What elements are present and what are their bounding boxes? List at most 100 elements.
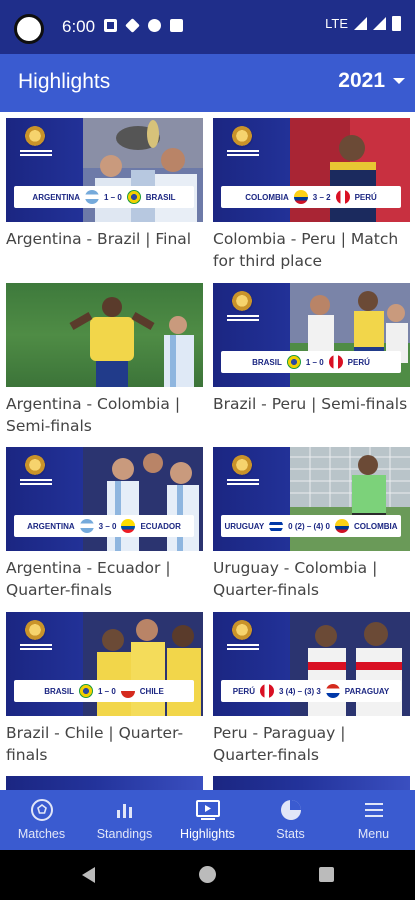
card-caption: Brazil - Peru | Semi-finals: [213, 395, 408, 413]
video-thumbnail: COLOMBIA 3 – 2 PERÚ: [213, 118, 410, 222]
card-caption: Argentina - Brazil | Final: [6, 230, 192, 248]
system-status: LTE: [325, 16, 401, 31]
highlight-card-argentina-colombia[interactable]: Argentina - Colombia | Semi-finals: [6, 283, 203, 437]
copa-america-wordmark: [227, 479, 259, 487]
recent-apps-icon[interactable]: [319, 867, 334, 882]
video-thumbnail: ARGENTINA 3 – 0 ECUADOR: [6, 447, 203, 551]
copa-america-logo: [231, 126, 253, 148]
nav-highlights[interactable]: Highlights: [166, 790, 249, 850]
highlight-card-argentina-brazil[interactable]: ARGENTINA 1 – 0 BRASIL Argentina - Brazi…: [6, 118, 203, 250]
nav-label: Matches: [17, 827, 66, 841]
paraguay-flag-icon: [325, 684, 340, 698]
uruguay-flag-icon: [269, 519, 284, 533]
home-icon[interactable]: [199, 866, 216, 883]
copa-america-logo: [24, 126, 46, 148]
hamburger-menu-icon: [362, 796, 386, 824]
score-banner: BRASIL 1 – 0 CHILE: [14, 680, 194, 702]
nav-standings[interactable]: Standings: [83, 790, 166, 850]
pie-chart-icon: [279, 796, 303, 824]
score-banner: ARGENTINA 1 – 0 BRASIL: [14, 186, 194, 208]
copa-america-logo: [231, 620, 253, 642]
peru-flag-icon: [259, 684, 274, 698]
colombia-flag-icon: [334, 519, 349, 533]
copa-america-logo: [231, 455, 253, 477]
notification-icon: [104, 19, 117, 32]
nav-stats[interactable]: Stats: [249, 790, 332, 850]
video-thumbnail: BRASIL 1 – 0 PERÚ: [213, 283, 410, 387]
copa-america-wordmark: [20, 644, 52, 652]
copa-america-wordmark: [227, 644, 259, 652]
soccer-ball-icon: [30, 796, 54, 824]
score-banner: BRASIL 1 – 0 PERÚ: [221, 351, 401, 373]
score-banner: ARGENTINA 3 – 0 ECUADOR: [14, 515, 194, 537]
home-team: ARGENTINA: [32, 192, 80, 202]
key-icon: [125, 18, 140, 33]
highlights-grid: ARGENTINA 1 – 0 BRASIL Argentina - Brazi…: [0, 112, 415, 792]
card-caption: Argentina - Ecuador | Quarter-finals: [6, 559, 171, 599]
video-thumbnail: PERÚ 3 (4) – (3) 3 PARAGUAY: [213, 612, 410, 716]
copa-america-wordmark: [227, 150, 259, 158]
match-photo: [69, 297, 194, 387]
brazil-flag-icon: [126, 190, 141, 204]
status-time: 6:00: [62, 17, 96, 36]
away-team: BRASIL: [145, 192, 176, 202]
battery-icon: [392, 16, 401, 31]
match-score: 0 (2) – (4) 0: [288, 521, 330, 531]
bar-chart-icon: [113, 796, 137, 824]
video-icon: [195, 796, 221, 824]
brazil-flag-icon: [78, 684, 93, 698]
sd-card-icon: [170, 19, 183, 32]
highlight-card-peru-paraguay[interactable]: PERÚ 3 (4) – (3) 3 PARAGUAY Peru - Parag…: [213, 612, 410, 766]
highlight-card-colombia-peru[interactable]: COLOMBIA 3 – 2 PERÚ Colombia - Peru | Ma…: [213, 118, 410, 272]
nav-label: Standings: [96, 827, 153, 841]
home-team: URUGUAY: [224, 521, 265, 531]
highlight-card-argentina-ecuador[interactable]: ARGENTINA 3 – 0 ECUADOR Argentina - Ecua…: [6, 447, 203, 601]
nav-menu[interactable]: Menu: [332, 790, 415, 850]
copa-america-wordmark: [20, 150, 52, 158]
signal-icon: [354, 17, 367, 30]
copa-america-wordmark: [227, 315, 259, 323]
away-team: CHILE: [139, 686, 164, 696]
match-score: 3 (4) – (3) 3: [278, 686, 321, 696]
highlight-card-brazil-peru[interactable]: BRASIL 1 – 0 PERÚ Brazil - Peru | Semi-f…: [213, 283, 410, 415]
chile-flag-icon: [120, 684, 135, 698]
away-team: PARAGUAY: [344, 686, 390, 696]
score-banner: URUGUAY 0 (2) – (4) 0 COLOMBIA: [221, 515, 401, 537]
system-navigation-bar: [0, 850, 415, 900]
away-team: PERÚ: [347, 357, 370, 367]
nav-label: Menu: [357, 827, 390, 841]
video-thumbnail: URUGUAY 0 (2) – (4) 0 COLOMBIA: [213, 447, 410, 551]
home-team: COLOMBIA: [245, 192, 289, 202]
wifi-icon: [373, 17, 386, 30]
chevron-down-icon: [393, 78, 405, 84]
bottom-navigation: Matches Standings Highlights Stats Menu: [0, 790, 415, 850]
camera-cutout: [14, 14, 44, 44]
match-score: 3 – 2: [312, 192, 331, 202]
home-team: PERÚ: [232, 686, 255, 696]
home-team: ARGENTINA: [27, 521, 75, 531]
score-banner: PERÚ 3 (4) – (3) 3 PARAGUAY: [221, 680, 401, 702]
year-value: 2021: [338, 69, 385, 92]
copa-america-logo: [231, 291, 253, 313]
app-screen: 6:00 LTE Highlights 2021 ARGENTINA 1 – 0…: [0, 0, 415, 900]
card-caption: Uruguay - Colombia | Quarter-finals: [213, 559, 378, 599]
f1-icon: [148, 19, 161, 32]
score-banner: COLOMBIA 3 – 2 PERÚ: [221, 186, 401, 208]
card-caption: Peru - Paraguay | Quarter-finals: [213, 724, 346, 764]
year-dropdown[interactable]: 2021: [338, 69, 405, 93]
argentina-flag-icon: [84, 190, 99, 204]
status-bar: 6:00 LTE: [0, 0, 415, 54]
peru-flag-icon: [328, 355, 343, 369]
back-icon[interactable]: [82, 867, 95, 883]
video-thumbnail: [6, 283, 203, 387]
peru-flag-icon: [335, 190, 350, 204]
home-team: BRASIL: [44, 686, 74, 696]
match-score: 3 – 0: [98, 521, 117, 531]
copa-america-logo: [24, 455, 46, 477]
highlight-card-brazil-chile[interactable]: BRASIL 1 – 0 CHILE Brazil - Chile | Quar…: [6, 612, 203, 766]
nav-label: Stats: [276, 827, 305, 841]
nav-matches[interactable]: Matches: [0, 790, 83, 850]
copa-america-wordmark: [20, 479, 52, 487]
highlight-card-uruguay-colombia[interactable]: URUGUAY 0 (2) – (4) 0 COLOMBIA Uruguay -…: [213, 447, 410, 601]
network-type: LTE: [325, 16, 348, 31]
